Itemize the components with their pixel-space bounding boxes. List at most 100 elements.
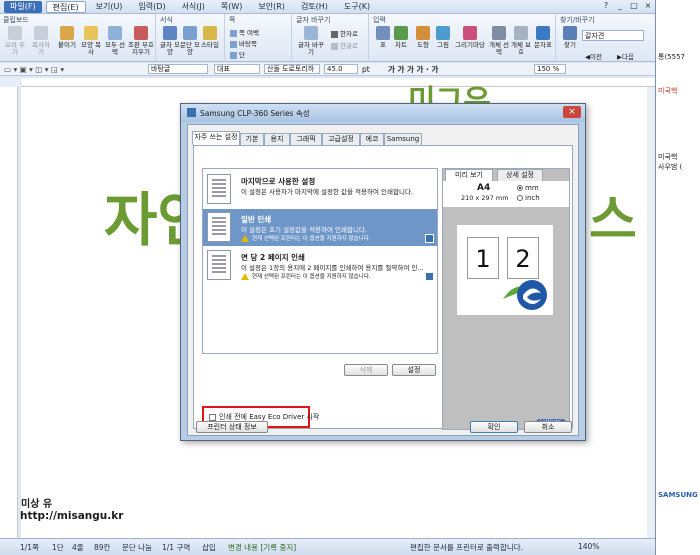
- select-all-button[interactable]: 모두 선택: [104, 26, 126, 56]
- menu-view[interactable]: 보기(U): [90, 1, 129, 13]
- vertical-scrollbar[interactable]: [647, 87, 655, 538]
- chart-button[interactable]: 차트: [390, 26, 412, 49]
- vertical-ruler[interactable]: [0, 87, 18, 538]
- bg-text-4: 사우범 (: [658, 163, 683, 171]
- menu-edit[interactable]: 편집(E): [45, 0, 86, 13]
- horizontal-ruler[interactable]: [21, 78, 655, 87]
- object-select-button[interactable]: 개체 선택: [488, 26, 510, 56]
- printer-properties-dialog: Samsung CLP-360 Series 속성 × 자주 쓰는 설정 기본 …: [180, 103, 586, 441]
- copy-icon: [34, 26, 48, 40]
- dialog-body: 자주 쓰는 설정 기본 용지 그래픽 고급설정 에코 Samsung 마지막으로…: [187, 124, 579, 436]
- asterisk-icon: [536, 26, 550, 40]
- favorites-list[interactable]: 마지막으로 사용한 설정 이 설정은 사용자가 마지막에 설정한 값을 적용하여…: [202, 168, 438, 354]
- char-style-buttons[interactable]: 가 가 가 가 · 가: [388, 64, 438, 75]
- clipboard-group-title: 클립보드: [3, 16, 29, 24]
- menu-security[interactable]: 보안(R): [252, 1, 291, 13]
- restore-button[interactable]: □: [629, 1, 639, 11]
- to-hanja-item[interactable]: 한자로: [331, 28, 358, 38]
- menu-insert[interactable]: 입력(D): [132, 1, 171, 13]
- signal-icon: [425, 272, 434, 281]
- delete-button[interactable]: 삭제: [344, 364, 388, 376]
- menu-file[interactable]: 파일(F): [4, 0, 42, 13]
- drawing-button[interactable]: 그리기마당: [454, 26, 486, 49]
- menu-review[interactable]: 검토(H): [295, 1, 334, 13]
- char-replace-button[interactable]: 글자 바꾸기: [297, 26, 325, 56]
- tab-preview[interactable]: 미리 보기: [445, 169, 493, 181]
- format-painter-button[interactable]: 모양 복사: [80, 26, 102, 56]
- close-button[interactable]: ×: [643, 1, 653, 11]
- menu-format[interactable]: 서식(J): [176, 1, 211, 13]
- paste-button[interactable]: 붙이기: [56, 26, 78, 49]
- tab-graphics[interactable]: 그래픽: [290, 133, 322, 145]
- menu-tools[interactable]: 도구(K): [338, 1, 376, 13]
- to-hangul-item[interactable]: 한글로: [331, 40, 358, 50]
- status-insert-mode[interactable]: 삽입: [202, 542, 216, 553]
- tab-advanced[interactable]: 고급설정: [322, 133, 360, 145]
- background-browser-window: 통(5557 미국핵 미국핵 사우범 ( SAMSUNG: [655, 0, 700, 555]
- page-group: 쪽 쪽 여백 바탕쪽 단: [226, 14, 292, 62]
- eco-driver-checkbox[interactable]: [209, 414, 216, 421]
- printer-status-button[interactable]: 프린터 상태 정보: [196, 421, 268, 433]
- page-group-title: 쪽: [229, 16, 236, 24]
- minimize-button[interactable]: _: [615, 1, 625, 11]
- drawing-label: 그리기마당: [455, 41, 485, 49]
- unit-inch-radio[interactable]: inch: [517, 194, 540, 202]
- master-page-icon: [230, 40, 237, 48]
- find-button[interactable]: 찾기: [559, 26, 581, 49]
- status-column: 1단: [52, 543, 64, 552]
- list-item[interactable]: 면 당 2 페이지 인쇄 이 설정은 1장의 용지에 2 페이지를 인쇄하여 용…: [203, 247, 437, 284]
- para-shape-icon: [183, 26, 197, 40]
- unit-mm-radio[interactable]: mm: [517, 184, 539, 192]
- tab-favorites[interactable]: 자주 쓰는 설정: [192, 131, 240, 145]
- list-item[interactable]: 일반 인쇄 이 설정은 초기 설정값을 적용하여 인쇄합니다. 현재 선택된 프…: [203, 209, 437, 246]
- status-zoom[interactable]: 140%: [578, 542, 599, 551]
- ruler-corner: [0, 78, 20, 87]
- dialog-close-button[interactable]: ×: [563, 106, 581, 118]
- zoom-select[interactable]: 150 %: [534, 64, 566, 74]
- copy-button[interactable]: 복사하기: [30, 26, 52, 56]
- char-shape-button[interactable]: 글자 모양: [159, 26, 181, 56]
- help-button[interactable]: ?: [601, 1, 611, 11]
- list-item[interactable]: 마지막으로 사용한 설정 이 설정은 사용자가 마지막에 설정한 값을 적용하여…: [203, 171, 437, 208]
- font-size-unit: pt: [362, 65, 370, 74]
- language-select[interactable]: 대표: [214, 64, 260, 74]
- dialog-titlebar[interactable]: Samsung CLP-360 Series 속성 ×: [181, 104, 585, 122]
- style-button[interactable]: 스타일: [199, 26, 221, 49]
- find-next[interactable]: ▶다음: [617, 51, 634, 61]
- page-margin-item[interactable]: 쪽 여백: [230, 27, 259, 37]
- page-margin-label: 쪽 여백: [239, 29, 260, 37]
- format-group: 서식 글자 모양 문단 모양 스타일: [157, 14, 225, 62]
- clear-codes-button[interactable]: 조판 부호 지우기: [128, 26, 154, 56]
- search-input[interactable]: 갈자견: [582, 30, 644, 41]
- cut-button[interactable]: 오려 두기: [4, 26, 26, 56]
- tab-basic[interactable]: 기본: [240, 133, 264, 145]
- menu-page[interactable]: 쪽(W): [215, 1, 249, 13]
- status-track-changes[interactable]: 변경 내용 [기록 중지]: [228, 542, 296, 553]
- settings-button[interactable]: 설정: [392, 364, 436, 376]
- cancel-button[interactable]: 취소: [524, 421, 572, 433]
- paper-size: A4: [477, 183, 491, 193]
- tab-samsung[interactable]: Samsung: [384, 133, 422, 145]
- object-protect-button[interactable]: 개체 보호: [510, 26, 532, 56]
- warning-icon: [241, 273, 249, 280]
- special-char-button[interactable]: 문자표: [532, 26, 554, 49]
- status-section: 1/1 구역: [162, 543, 191, 552]
- font-select[interactable]: 산돌 도로토리하: [264, 64, 320, 74]
- doc-heading-right: 스: [589, 191, 637, 251]
- master-page-item[interactable]: 바탕쪽: [230, 38, 257, 48]
- picture-button[interactable]: 그림: [432, 26, 454, 49]
- favorite-warning: 현재 선택된 프린터는 이 옵션을 지원하지 않습니다.: [241, 234, 371, 242]
- tab-eco[interactable]: 에코: [360, 133, 384, 145]
- column-item[interactable]: 단: [230, 49, 245, 59]
- style-select[interactable]: 바탕글: [148, 64, 208, 74]
- para-shape-button[interactable]: 문단 모양: [179, 26, 201, 56]
- ok-button[interactable]: 확인: [470, 421, 518, 433]
- picture-label: 그림: [437, 41, 449, 49]
- find-prev[interactable]: ◀이전: [585, 51, 602, 61]
- tab-paper[interactable]: 용지: [264, 133, 290, 145]
- select-all-icon: [108, 26, 122, 40]
- bg-text-1: 통(5557: [658, 53, 685, 61]
- tab-details[interactable]: 상세 설정: [497, 169, 543, 181]
- shape-button[interactable]: 도형: [412, 26, 434, 49]
- font-size-input[interactable]: 45.0: [324, 64, 358, 74]
